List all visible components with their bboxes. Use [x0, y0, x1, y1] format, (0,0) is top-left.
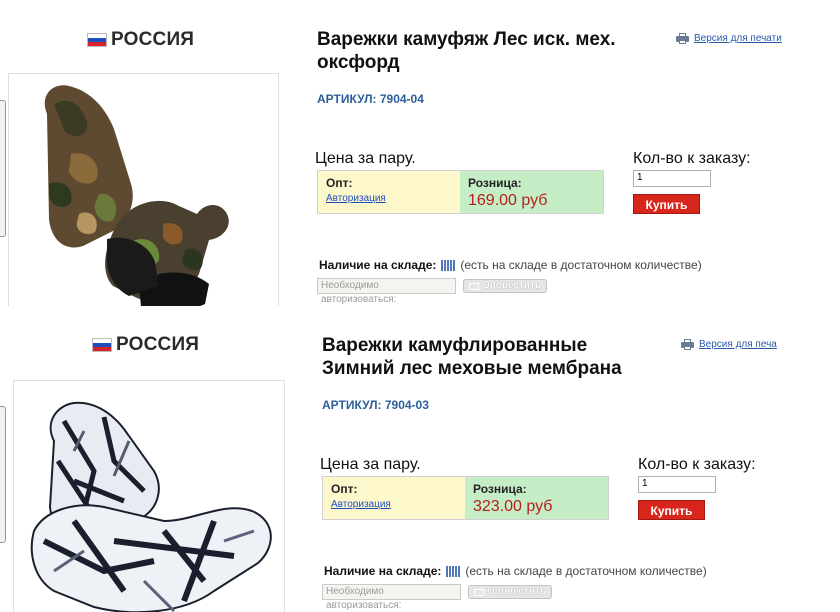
buy-button[interactable]: Купить — [638, 500, 705, 520]
country-badge: РОССИЯ — [92, 334, 199, 356]
product-title-line: Варежки камуфлированные — [322, 335, 588, 356]
authorization-link[interactable]: Авторизация — [326, 193, 452, 204]
print-version-link[interactable]: Версия для печати — [676, 33, 782, 44]
camo-forest-mittens-photo — [44, 85, 229, 306]
camo-winter-mittens-photo — [30, 401, 272, 612]
image-carousel-prev-tab[interactable] — [0, 100, 6, 237]
retail-label: Розница: — [468, 176, 522, 190]
product-title-line: Варежки камуфяж Лес иск. мех. — [317, 29, 616, 50]
retail-cell: Розница: 323.00 руб — [465, 477, 608, 519]
russia-flag-icon — [87, 33, 107, 47]
stock-status: Наличие на складе: (есть на складе в дос… — [324, 564, 707, 578]
authorization-link[interactable]: Авторизация — [331, 499, 457, 510]
product-card: РОССИЯ Варежки камуфяж Лес иск. мех. окс… — [0, 0, 840, 306]
product-title: Варежки камуфяж Лес иск. мех. оксфорд — [317, 28, 616, 74]
russia-flag-icon — [92, 338, 112, 352]
stock-level-icon — [441, 259, 456, 271]
country-name: РОССИЯ — [116, 334, 200, 355]
image-carousel-prev-tab[interactable] — [0, 406, 6, 543]
retail-price: 169.00 руб — [468, 192, 548, 209]
stock-level-icon — [446, 565, 461, 577]
price-per-pair-label: Цена за пару. — [320, 456, 421, 473]
quantity-label: Кол-во к заказу: — [638, 456, 756, 473]
print-version-link[interactable]: Версия для печа — [681, 339, 777, 350]
buy-button[interactable]: Купить — [633, 194, 700, 214]
auth-required-field: Необходимо авторизоваться: — [317, 278, 456, 305]
stock-note: (есть на складе в достаточном количестве… — [460, 258, 702, 272]
product-title-line: Зимний лес меховые мембрана — [322, 358, 622, 379]
stock-label: Наличие на складе: — [319, 258, 437, 272]
stock-status: Наличие на складе: (есть на складе в дос… — [319, 258, 702, 272]
retail-label: Розница: — [473, 482, 527, 496]
notify-label: Оповестить — [482, 280, 542, 291]
wholesale-label: Опт: — [326, 176, 353, 190]
envelope-icon — [474, 588, 484, 596]
wholesale-cell: Опт: Авторизация — [323, 477, 465, 519]
price-table: Опт: Авторизация Розница: 323.00 руб — [322, 476, 609, 520]
print-version-label: Версия для печати — [694, 33, 782, 44]
sku-label: АРТИКУЛ: 7904-03 — [322, 398, 429, 412]
printer-icon — [681, 339, 694, 350]
product-title: Варежки камуфлированные Зимний лес мехов… — [322, 334, 622, 380]
retail-price: 323.00 руб — [473, 498, 553, 515]
envelope-icon — [469, 282, 479, 290]
country-badge: РОССИЯ — [87, 29, 194, 51]
notify-button[interactable]: Оповестить — [468, 585, 553, 599]
price-table: Опт: Авторизация Розница: 169.00 руб — [317, 170, 604, 214]
price-per-pair-label: Цена за пару. — [315, 150, 416, 167]
product-image[interactable] — [13, 380, 285, 612]
printer-icon — [676, 33, 689, 44]
notify-button[interactable]: Оповестить — [463, 279, 548, 293]
country-name: РОССИЯ — [111, 29, 195, 50]
notify-label: Оповестить — [487, 586, 547, 597]
quantity-input[interactable]: 1 — [638, 476, 716, 493]
wholesale-label: Опт: — [331, 482, 358, 496]
product-title-line: оксфорд — [317, 52, 400, 73]
wholesale-cell: Опт: Авторизация — [318, 171, 460, 213]
stock-label: Наличие на складе: — [324, 564, 442, 578]
quantity-input[interactable]: 1 — [633, 170, 711, 187]
sku-label: АРТИКУЛ: 7904-04 — [317, 92, 424, 106]
print-version-label: Версия для печа — [699, 339, 777, 350]
product-card: РОССИЯ Варежки камуфлированные Зимний ле… — [0, 306, 840, 612]
auth-required-field: Необходимо авторизоваться: — [322, 584, 461, 611]
retail-cell: Розница: 169.00 руб — [460, 171, 603, 213]
product-image[interactable] — [8, 73, 279, 306]
quantity-label: Кол-во к заказу: — [633, 150, 751, 167]
stock-note: (есть на складе в достаточном количестве… — [465, 564, 707, 578]
